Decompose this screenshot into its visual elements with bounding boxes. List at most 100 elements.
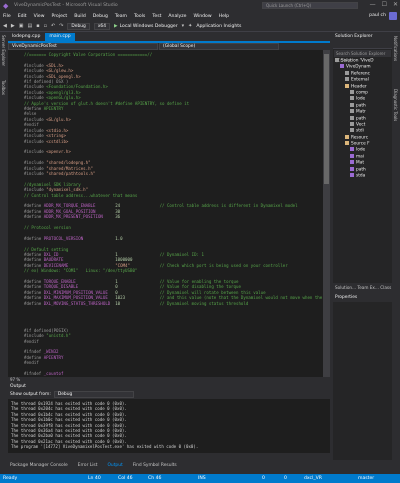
file-icon (335, 58, 339, 62)
menu-item-help[interactable]: Help (219, 14, 229, 19)
tab-error-list[interactable]: Error List (76, 463, 100, 468)
code-token: #endif (24, 360, 39, 366)
tab-main[interactable]: main.cpp (45, 33, 75, 41)
redo-icon[interactable]: ↷ (59, 23, 63, 29)
code-token: // Value for disabling the torque (117, 284, 241, 290)
menu-item-team[interactable]: Team (115, 14, 127, 19)
new-file-icon[interactable]: ▣ (19, 23, 24, 29)
maximize-icon[interactable]: ☐ (382, 1, 387, 8)
status-branch[interactable]: master (358, 476, 374, 481)
status-changes-count[interactable]: 0 (284, 476, 287, 481)
tab-find-symbol-results[interactable]: Find Symbol Results (131, 463, 179, 468)
menu-item-window[interactable]: Window (194, 14, 212, 19)
code-token: // Apple's version of glut.h doesn't #de… (24, 100, 190, 106)
toolbar: ◀ ▶ ▣ ▤ ▪ ▫ ↶ ↷ Debug x64 ▶ Local Windows… (0, 21, 400, 32)
platform-select[interactable]: x64 (93, 22, 111, 30)
open-folder-icon[interactable]: ▤ (27, 23, 32, 29)
code-token: "shared/lodepng.h" (46, 160, 91, 166)
menu-item-build[interactable]: Build (74, 14, 86, 19)
back-icon[interactable]: ◀ (3, 23, 7, 29)
code-token: #define (24, 106, 44, 112)
menu-item-edit[interactable]: Edit (18, 14, 27, 19)
configuration-select[interactable]: Debug (67, 22, 90, 30)
code-token: 1000000 (115, 257, 133, 263)
file-icon (345, 70, 349, 75)
code-token: "dynamixel_sdk.h" (46, 187, 89, 193)
code-token: #define (24, 279, 44, 285)
code-token: <SDL_opengl.h> (46, 73, 81, 79)
status-repository[interactable]: dxcl_VR (304, 476, 322, 481)
menu-item-tools[interactable]: Tools (134, 14, 145, 19)
code-token: <cstdlib> (46, 138, 69, 144)
status-push-count[interactable]: 0 (262, 476, 265, 481)
menu-item-view[interactable]: View (34, 14, 45, 19)
status-line: Ln 40 (88, 476, 101, 481)
code-token: _WIN32 (43, 349, 59, 355)
diagnostic-tools-tab[interactable]: Diagnostic Tools (393, 89, 398, 121)
menu-item-project[interactable]: Project (52, 14, 68, 19)
tab-package-manager-console[interactable]: Package Manager Console (8, 463, 70, 468)
code-editor[interactable]: //======= Copyright Valve Corporation ==… (8, 50, 330, 377)
play-icon: ▶ (114, 23, 118, 29)
solution-tree-label: Solution 'ViveD (341, 58, 374, 64)
save-all-icon[interactable]: ▫ (44, 23, 47, 29)
tab-lodepng[interactable]: lodepng.cpp (8, 33, 45, 41)
server-explorer-tab[interactable]: Server Explorer (1, 35, 6, 66)
output-line: The program '[14772] ViveDynamixelPosTes… (11, 444, 199, 450)
solution-search-input[interactable]: Search Solution Explorer (Ctrl+;) (334, 50, 391, 63)
code-token: #define (24, 354, 44, 360)
solution-tree-label: Matr (356, 109, 366, 115)
dropdown-chevron-icon[interactable]: ▾ (182, 23, 185, 29)
right-tool-tabs: Notifications Diagnostic Tools (392, 33, 400, 463)
file-icon (350, 153, 354, 158)
close-icon[interactable]: ✕ (393, 1, 398, 8)
save-icon[interactable]: ▪ (36, 23, 39, 29)
application-insights-button[interactable]: Application Insights (196, 24, 241, 29)
solution-tree-label: stda (356, 173, 366, 179)
code-token: #include (24, 89, 47, 95)
user-name[interactable]: paul ch (369, 13, 386, 18)
forward-icon[interactable]: ▶ (11, 23, 15, 29)
code-token: <SDL.h> (46, 62, 64, 68)
undo-icon[interactable]: ↶ (51, 23, 55, 29)
toolbox-tab[interactable]: Toolbox (1, 80, 6, 95)
file-icon (350, 166, 354, 171)
quick-launch-input[interactable]: Quick Launch (Ctrl+Q) (262, 2, 358, 9)
start-debugging-button[interactable]: ▶ Local Windows Debugger (114, 24, 178, 29)
code-token: 30 (115, 208, 121, 214)
scrollbar-thumb[interactable] (324, 54, 329, 184)
output-text[interactable]: The thread 0x1924 has exited with code 0… (11, 401, 198, 450)
code-token: #include (24, 149, 47, 155)
global-scope-select[interactable]: (Global Scope) (159, 43, 279, 50)
notifications-tab[interactable]: Notifications (393, 36, 398, 61)
tab-output[interactable]: Output (105, 463, 124, 468)
code-token: "unistd.h" (46, 333, 71, 339)
file-icon (350, 147, 354, 152)
editor-scrollbar[interactable] (323, 50, 330, 377)
code-text[interactable]: //======= Copyright Valve Corporation ==… (24, 52, 330, 376)
code-token: // ex) Windows: "COM1" Linux: "/dev/ttyU… (24, 268, 138, 274)
solution-tree-item[interactable]: stda (333, 173, 392, 179)
menu-item-analyze[interactable]: Analyze (168, 14, 186, 19)
code-token: #define (24, 257, 44, 263)
code-token: #include (24, 84, 47, 90)
minimize-icon[interactable]: — (370, 1, 376, 8)
project-scope-select[interactable]: ViveDynamicPosTest (8, 43, 158, 50)
output-panel[interactable]: The thread 0x1924 has exited with code 0… (8, 399, 330, 453)
visual-studio-logo-icon: ◆ (3, 1, 9, 10)
code-token: #define (24, 208, 44, 214)
solution-explorer-tabs[interactable]: Solution... Team Ex... Class Vi... (333, 283, 392, 300)
menu-item-file[interactable]: File (3, 14, 11, 19)
avatar[interactable] (389, 12, 397, 20)
code-token: "COM4" (115, 262, 130, 268)
output-source-select[interactable]: Debug (53, 391, 134, 398)
status-ready: Ready (3, 476, 18, 481)
menu-item-debug[interactable]: Debug (93, 14, 108, 19)
code-line[interactable]: #ifndef _countof (24, 371, 330, 376)
menu-item-test[interactable]: Test (152, 14, 161, 19)
code-token: DXL_ID (43, 252, 116, 258)
code-token: //dynamixel SDK library (24, 181, 81, 187)
output-panel-title: Output (8, 383, 330, 390)
document-tabs: lodepng.cpp main.cpp (8, 33, 330, 41)
code-token: // Control table address is different in… (120, 203, 298, 209)
